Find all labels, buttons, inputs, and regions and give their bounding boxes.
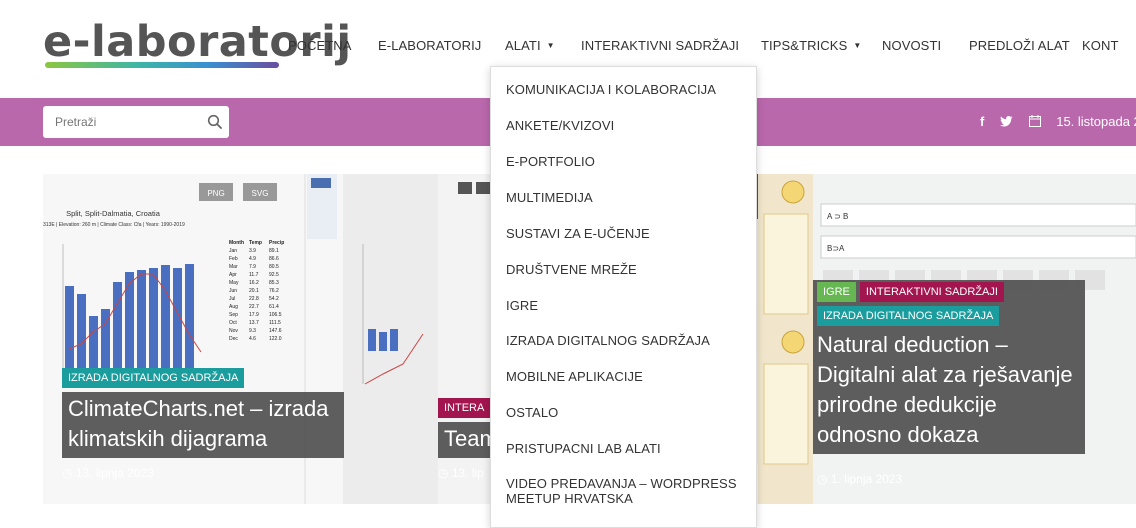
post-overlay: IZRADA DIGITALNOG SADRŽAJA ClimateCharts… xyxy=(62,368,344,480)
table-cell: Jan xyxy=(229,248,237,254)
table-cell: 3.9 xyxy=(249,248,256,254)
category-tag[interactable]: IGRE xyxy=(817,282,856,302)
menu-item-izrada-digitalnog-sadrzaja[interactable]: IZRADA DIGITALNOG SADRŽAJA xyxy=(506,333,710,348)
table-cell: Oct xyxy=(229,320,237,326)
deduction-row-2: B⊃A xyxy=(827,244,845,253)
chevron-down-icon: ▼ xyxy=(546,41,555,50)
table-header-month: Month xyxy=(229,240,244,246)
search-icon[interactable] xyxy=(207,114,223,130)
table-cell: Jun xyxy=(229,288,237,294)
table-cell: 76.2 xyxy=(269,288,279,294)
menu-item-ostalo[interactable]: OSTALO xyxy=(506,405,558,420)
table-cell: Dec xyxy=(229,336,238,342)
table-cell: 22.8 xyxy=(249,296,259,302)
alati-dropdown-menu: KOMUNIKACIJA I KOLABORACIJA ANKETE/KVIZO… xyxy=(490,66,757,528)
category-tag[interactable]: IZRADA DIGITALNOG SADRŽAJA xyxy=(62,368,245,388)
nav-item-alati[interactable]: ALATI ▼ xyxy=(505,38,555,53)
nav-item-interaktivni-sadrzaji[interactable]: INTERAKTIVNI SADRŽAJI xyxy=(581,38,739,53)
table-cell: 106.5 xyxy=(269,312,282,318)
table-cell: May xyxy=(229,280,239,286)
svg-button-label: SVG xyxy=(252,189,269,198)
table-cell: 92.5 xyxy=(269,272,279,278)
menu-item-multimedija[interactable]: MULTIMEDIJA xyxy=(506,190,593,205)
nav-item-pocetna[interactable]: POČETNA xyxy=(288,38,352,53)
post-card[interactable]: PNG SVG Split, Split-Dalmatia, Croatia 3… xyxy=(43,174,438,504)
table-cell: 61.4 xyxy=(269,304,279,310)
nav-item-novosti[interactable]: NOVOSTI xyxy=(882,38,941,53)
table-cell: 80.5 xyxy=(269,264,279,270)
table-header-temp: Temp xyxy=(249,240,262,246)
category-tag[interactable]: IZRADA DIGITALNOG SADRŽAJA xyxy=(817,306,1000,326)
table-cell: 147.6 xyxy=(269,328,282,334)
search-input[interactable] xyxy=(53,114,197,130)
post-date: ◷ 13. lipnja 2023 xyxy=(62,466,154,480)
table-header-precip: Precip xyxy=(269,240,284,246)
table-cell: 4.9 xyxy=(249,256,256,262)
table-cell: 20.1 xyxy=(249,288,259,294)
menu-item-komunikacija[interactable]: KOMUNIKACIJA I KOLABORACIJA xyxy=(506,82,716,97)
table-cell: 54.2 xyxy=(269,296,279,302)
menu-item-drustvene-mreze[interactable]: DRUŠTVENE MREŽE xyxy=(506,262,637,277)
menu-item-pristupacni-lab-alati[interactable]: PRISTUPACNI LAB ALATI xyxy=(506,441,661,456)
table-cell: 9.3 xyxy=(249,328,256,334)
post-card[interactable]: A ⊃ B B⊃A IGRE INTERAKTIVNI SADRŽAJI IZRA… xyxy=(813,174,1136,504)
calendar-icon xyxy=(1028,114,1045,129)
search-box xyxy=(43,106,229,138)
post-title[interactable]: ClimateCharts.net – izrada klimatskih di… xyxy=(62,392,344,458)
menu-item-e-portfolio[interactable]: E-PORTFOLIO xyxy=(506,154,595,169)
nav-item-predlozi-alat[interactable]: PREDLOŽI ALAT xyxy=(969,38,1070,53)
menu-item-ankete-kvizovi[interactable]: ANKETE/KVIZOVI xyxy=(506,118,614,133)
menu-item-video-predavanja[interactable]: VIDEO PREDAVANJA – WORDPRESS MEETUP HRVA… xyxy=(506,476,737,506)
table-cell: 16.2 xyxy=(249,280,259,286)
menu-item-sustavi-e-ucenje[interactable]: SUSTAVI ZA E-UČENJE xyxy=(506,226,650,241)
nav-item-e-laboratorij[interactable]: E-LABORATORIJ xyxy=(378,38,481,53)
table-cell: Mar xyxy=(229,264,238,270)
table-cell: 17.9 xyxy=(249,312,259,318)
clock-icon: ◷ xyxy=(438,466,449,480)
clock-icon: ◷ xyxy=(817,472,828,486)
current-date: 15. listopada 2 xyxy=(1056,114,1136,129)
twitter-icon[interactable] xyxy=(999,114,1017,129)
table-cell: 85.3 xyxy=(269,280,279,286)
post-title[interactable]: Natural deduction – Digitalni alat za rj… xyxy=(813,326,1085,450)
facebook-icon[interactable]: f xyxy=(980,114,984,129)
logo-underline xyxy=(45,62,279,68)
table-cell: 111.5 xyxy=(269,320,281,326)
chart-heading: Split, Split-Dalmatia, Croatia xyxy=(66,209,161,218)
table-cell: Nov xyxy=(229,328,238,334)
menu-item-mobilne-aplikacije[interactable]: MOBILNE APLIKACIJE xyxy=(506,369,643,384)
category-tag[interactable]: INTERA xyxy=(438,398,491,418)
table-cell: 22.7 xyxy=(249,304,259,310)
nav-item-tips-tricks[interactable]: TIPS&TRICKS ▼ xyxy=(761,38,861,53)
deduction-row-1: A ⊃ B xyxy=(827,212,848,221)
table-cell: 86.6 xyxy=(269,256,279,262)
post-date: ◷ 1. lipnja 2023 xyxy=(817,472,903,486)
nav-item-kontakt[interactable]: KONT xyxy=(1082,38,1119,53)
menu-item-igre[interactable]: IGRE xyxy=(506,298,538,313)
table-cell: Apr xyxy=(229,272,237,278)
table-cell: 13.7 xyxy=(249,320,259,326)
table-cell: 122.0 xyxy=(269,336,282,342)
table-cell: 7.9 xyxy=(249,264,256,270)
png-button-label: PNG xyxy=(207,189,224,198)
top-bar-right: f 15. listopada 2 xyxy=(980,114,1136,129)
table-cell: 89.1 xyxy=(269,248,279,254)
chart-subheading: 313E | Elevation: 260 m | Climate Class:… xyxy=(43,222,185,228)
table-cell: Feb xyxy=(229,256,238,262)
category-tag[interactable]: INTERAKTIVNI SADRŽAJI xyxy=(859,282,1004,302)
table-cell: 11.7 xyxy=(249,272,259,278)
table-cell: Jul xyxy=(229,296,235,302)
table-cell: Aug xyxy=(229,304,238,310)
table-cell: 4.6 xyxy=(249,336,256,342)
table-cell: Sep xyxy=(229,312,238,318)
post-overlay: IGRE INTERAKTIVNI SADRŽAJI IZRADA DIGITAL… xyxy=(813,280,1085,454)
clock-icon: ◷ xyxy=(62,466,73,480)
chevron-down-icon: ▼ xyxy=(853,41,862,50)
